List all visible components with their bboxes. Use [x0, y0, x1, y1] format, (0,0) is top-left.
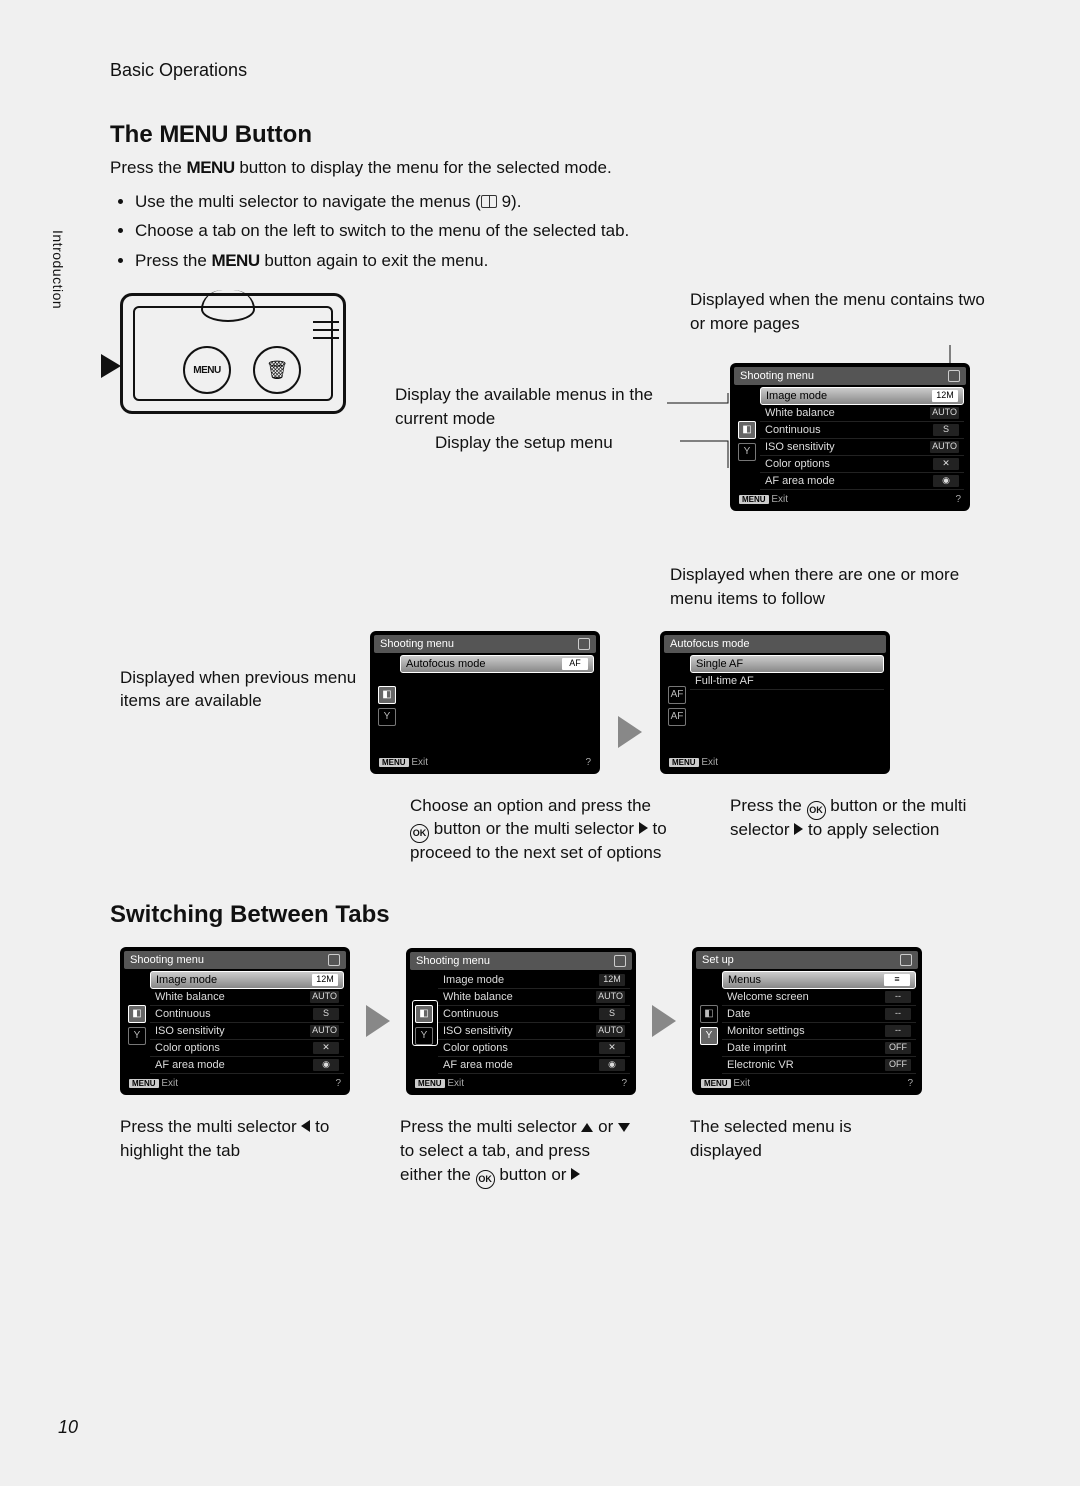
menu-button-icon: MENU: [183, 346, 231, 394]
lcd3-exit: Exit: [701, 757, 718, 768]
lcd1-exit: Exit: [771, 494, 788, 505]
ok-button-icon-1: OK: [410, 824, 429, 843]
flow-arrow-icon-2: [366, 1005, 390, 1037]
ok-button-icon-3: OK: [476, 1170, 495, 1189]
bullet-1-text: Use the multi selector to navigate the m…: [135, 192, 481, 211]
camera-tab-icon: ◧: [738, 421, 756, 439]
bullet-3: Press the MENU button again to exit the …: [135, 248, 1040, 274]
page: Basic Operations Introduction The MENU B…: [0, 0, 1080, 1486]
book-ref-icon: [481, 195, 497, 208]
right-arrow-icon-2: [794, 823, 803, 835]
annot-pages: Displayed when the menu contains two or …: [690, 288, 1000, 336]
up-arrow-icon: [581, 1123, 593, 1132]
setup-tab-icon: Y: [738, 443, 756, 461]
page-indicator-icon: [948, 370, 960, 382]
page-indicator-icon-2: [578, 638, 590, 650]
flow-arrow-icon-1: [618, 716, 642, 748]
annot-setup-menu: Display the setup menu: [435, 431, 685, 455]
lcd-autofocus-mode: Autofocus mode AF AF Single AF Full-time …: [660, 631, 890, 774]
help-icon: ?: [955, 494, 961, 505]
trash-button-icon: 🗑: [253, 346, 301, 394]
lcd-setup-title: Set up: [702, 954, 734, 966]
sw-caption-2: Press the multi selector or to select a …: [400, 1115, 630, 1187]
right-arrow-icon-3: [571, 1168, 580, 1180]
lcd-shooting-menu-1: Shooting menu ◧ Y Image mode12M White ba…: [730, 363, 970, 511]
lcd1-title: Shooting menu: [740, 370, 814, 382]
lcd1-tab-column: ◧ Y: [736, 417, 760, 461]
intro-1a: Press the: [110, 158, 187, 177]
lcd2-title: Shooting menu: [380, 638, 454, 650]
lcd-setup-item-4: Date imprintOFF: [722, 1040, 916, 1057]
h2-the: The: [110, 121, 153, 148]
sw-caption-3: The selected menu is displayed: [690, 1115, 910, 1163]
lcd-setup-item-0: Menus≡: [722, 971, 916, 989]
lcd1-item-2: ContinuousS: [760, 422, 964, 439]
menu-word-inline-2: MENU: [212, 251, 260, 270]
annot-current-mode: Display the available menus in the curre…: [395, 383, 665, 431]
lcd2-exit: Exit: [411, 757, 428, 768]
lcd1-item-4: Color options✕: [760, 456, 964, 473]
bullet-1: Use the multi selector to navigate the m…: [135, 189, 1040, 215]
lcd2-item-0: Autofocus modeAF: [400, 655, 594, 673]
af-tab-icon-b: AF: [668, 708, 686, 726]
camera-tab-icon-2: ◧: [378, 686, 396, 704]
down-arrow-icon: [618, 1123, 630, 1132]
lcd-setup-item-5: Electronic VROFF: [722, 1057, 916, 1074]
lcd-setup-item-3: Monitor settings--: [722, 1023, 916, 1040]
lcd1-item-0: Image mode12M: [760, 387, 964, 405]
bullet-1-ref: 9).: [502, 192, 522, 211]
lcd-sw-2: Shooting menu ◧Y Image mode12M White bal…: [406, 948, 636, 1095]
arrow-press-icon: [101, 354, 121, 378]
h2-button: Button: [235, 121, 312, 148]
lcd3-item-0: Single AF: [690, 655, 884, 673]
bullet-2: Choose a tab on the left to switch to th…: [135, 218, 1040, 244]
bullet-3a: Press the: [135, 251, 212, 270]
annot-choose-option: Choose an option and press the OK button…: [410, 794, 670, 866]
menu-word-icon: MENU: [159, 121, 228, 148]
camera-illustration: MENU 🗑: [120, 293, 346, 414]
lcd-sw-3-setup: Set up ◧Y Menus≡ Welcome screen-- Date--…: [692, 947, 922, 1095]
setup-tab-icon-2: Y: [378, 708, 396, 726]
heading-menu-button: The MENU Button: [40, 121, 1040, 149]
lcd1-item-1: White balanceAUTO: [760, 405, 964, 422]
lcd3-item-1: Full-time AF: [690, 673, 884, 690]
annot-prev-avail: Displayed when previous menu items are a…: [120, 631, 360, 714]
section-header: Basic Operations: [40, 60, 1040, 81]
lcd3-title: Autofocus mode: [670, 638, 750, 650]
lcd1-item-3: ISO sensitivityAUTO: [760, 439, 964, 456]
intro-1b: button to display the menu for the selec…: [235, 158, 612, 177]
ok-button-icon-2: OK: [807, 801, 826, 820]
right-arrow-icon-1: [639, 822, 648, 834]
heading-switching-tabs: Switching Between Tabs: [40, 901, 1040, 929]
af-tab-icon-a: AF: [668, 686, 686, 704]
sw-caption-1: Press the multi selector to highlight th…: [120, 1115, 340, 1163]
lcd-sw-1: Shooting menu ◧Y Image mode12M White bal…: [120, 947, 350, 1095]
flow-arrow-icon-3: [652, 1005, 676, 1037]
intro-paragraph: Press the MENU button to display the men…: [40, 155, 1040, 181]
lcd-setup-item-2: Date--: [722, 1006, 916, 1023]
page-number: 10: [58, 1417, 78, 1438]
bullet-3b: button again to exit the menu.: [260, 251, 489, 270]
bullet-list: Use the multi selector to navigate the m…: [40, 189, 1040, 274]
menu-word-inline-1: MENU: [187, 158, 235, 177]
annot-apply-selection: Press the OK button or the multi selecto…: [730, 794, 980, 842]
lcd1-item-5: AF area mode◉: [760, 473, 964, 490]
lcd-shooting-menu-2: Shooting menu ◧Y Autofocus modeAF MENU E…: [370, 631, 600, 774]
lcd-setup-item-1: Welcome screen--: [722, 989, 916, 1006]
